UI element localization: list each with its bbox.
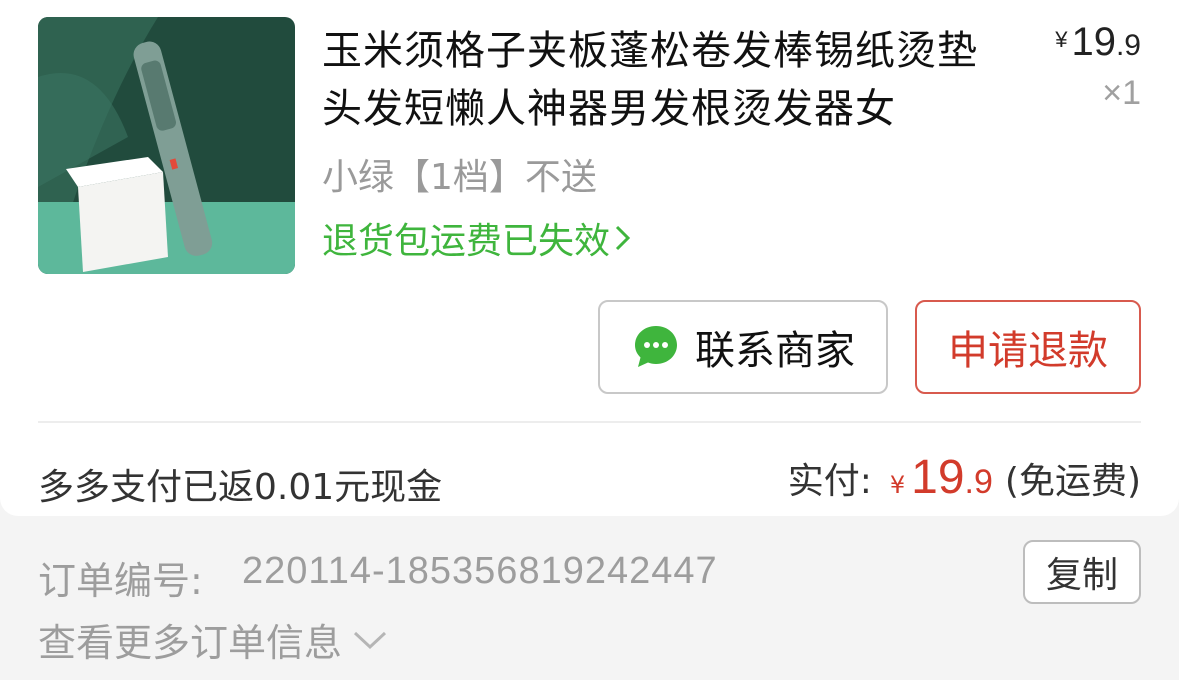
order-number-label: 订单编号: [38, 559, 203, 603]
product-title[interactable]: 玉米须格子夹板蓬松卷发棒锡纸烫垫头发短懒人神器男发根烫发器女 [322, 22, 1002, 138]
chevron-right-icon [615, 225, 631, 251]
product-photo-illustration [38, 17, 295, 274]
request-refund-label: 申请退款 [948, 328, 1108, 374]
chat-bubble-icon [635, 326, 677, 367]
contact-merchant-label: 联系商家 [695, 328, 855, 374]
price-decimal: .9 [1115, 29, 1141, 62]
order-number: 220114-185356819242447 [242, 550, 718, 592]
price-integer: 19 [1071, 20, 1116, 64]
more-order-info-label: 查看更多订单信息 [38, 621, 343, 665]
return-shipping-text: 退货包运费已失效 [322, 221, 611, 262]
order-item-card: 玉米须格子夹板蓬松卷发棒锡纸烫垫头发短懒人神器男发根烫发器女 ¥19.9 ×1 … [0, 0, 1179, 516]
copy-label: 复制 [1045, 555, 1118, 596]
request-refund-button[interactable]: 申请退款 [915, 300, 1141, 394]
quantity: ×1 [1102, 74, 1141, 112]
product-image[interactable] [38, 17, 295, 274]
amount-paid: 实付: ¥ 19 .9 (免运费) [788, 450, 1141, 505]
amount-paid-label: 实付: [787, 461, 872, 502]
amount-paid-decimal: .9 [964, 463, 993, 501]
price-currency: ¥ [1055, 27, 1068, 52]
copy-order-number-button[interactable]: 复制 [1023, 540, 1141, 604]
cashback-text: 多多支付已返0.01元现金 [38, 467, 443, 508]
chevron-down-icon [353, 631, 387, 649]
more-order-info-toggle[interactable]: 查看更多订单信息 [38, 612, 388, 667]
contact-merchant-button[interactable]: 联系商家 [598, 300, 888, 394]
shipping-note: (免运费) [1004, 461, 1141, 502]
divider [38, 421, 1141, 423]
amount-paid-integer: 19 [911, 451, 965, 504]
amount-paid-currency: ¥ [889, 471, 906, 499]
return-shipping-link[interactable]: 退货包运费已失效 [322, 212, 632, 264]
product-sku: 小绿【1档】不送 [322, 157, 597, 198]
unit-price: ¥19.9 [1055, 20, 1141, 65]
